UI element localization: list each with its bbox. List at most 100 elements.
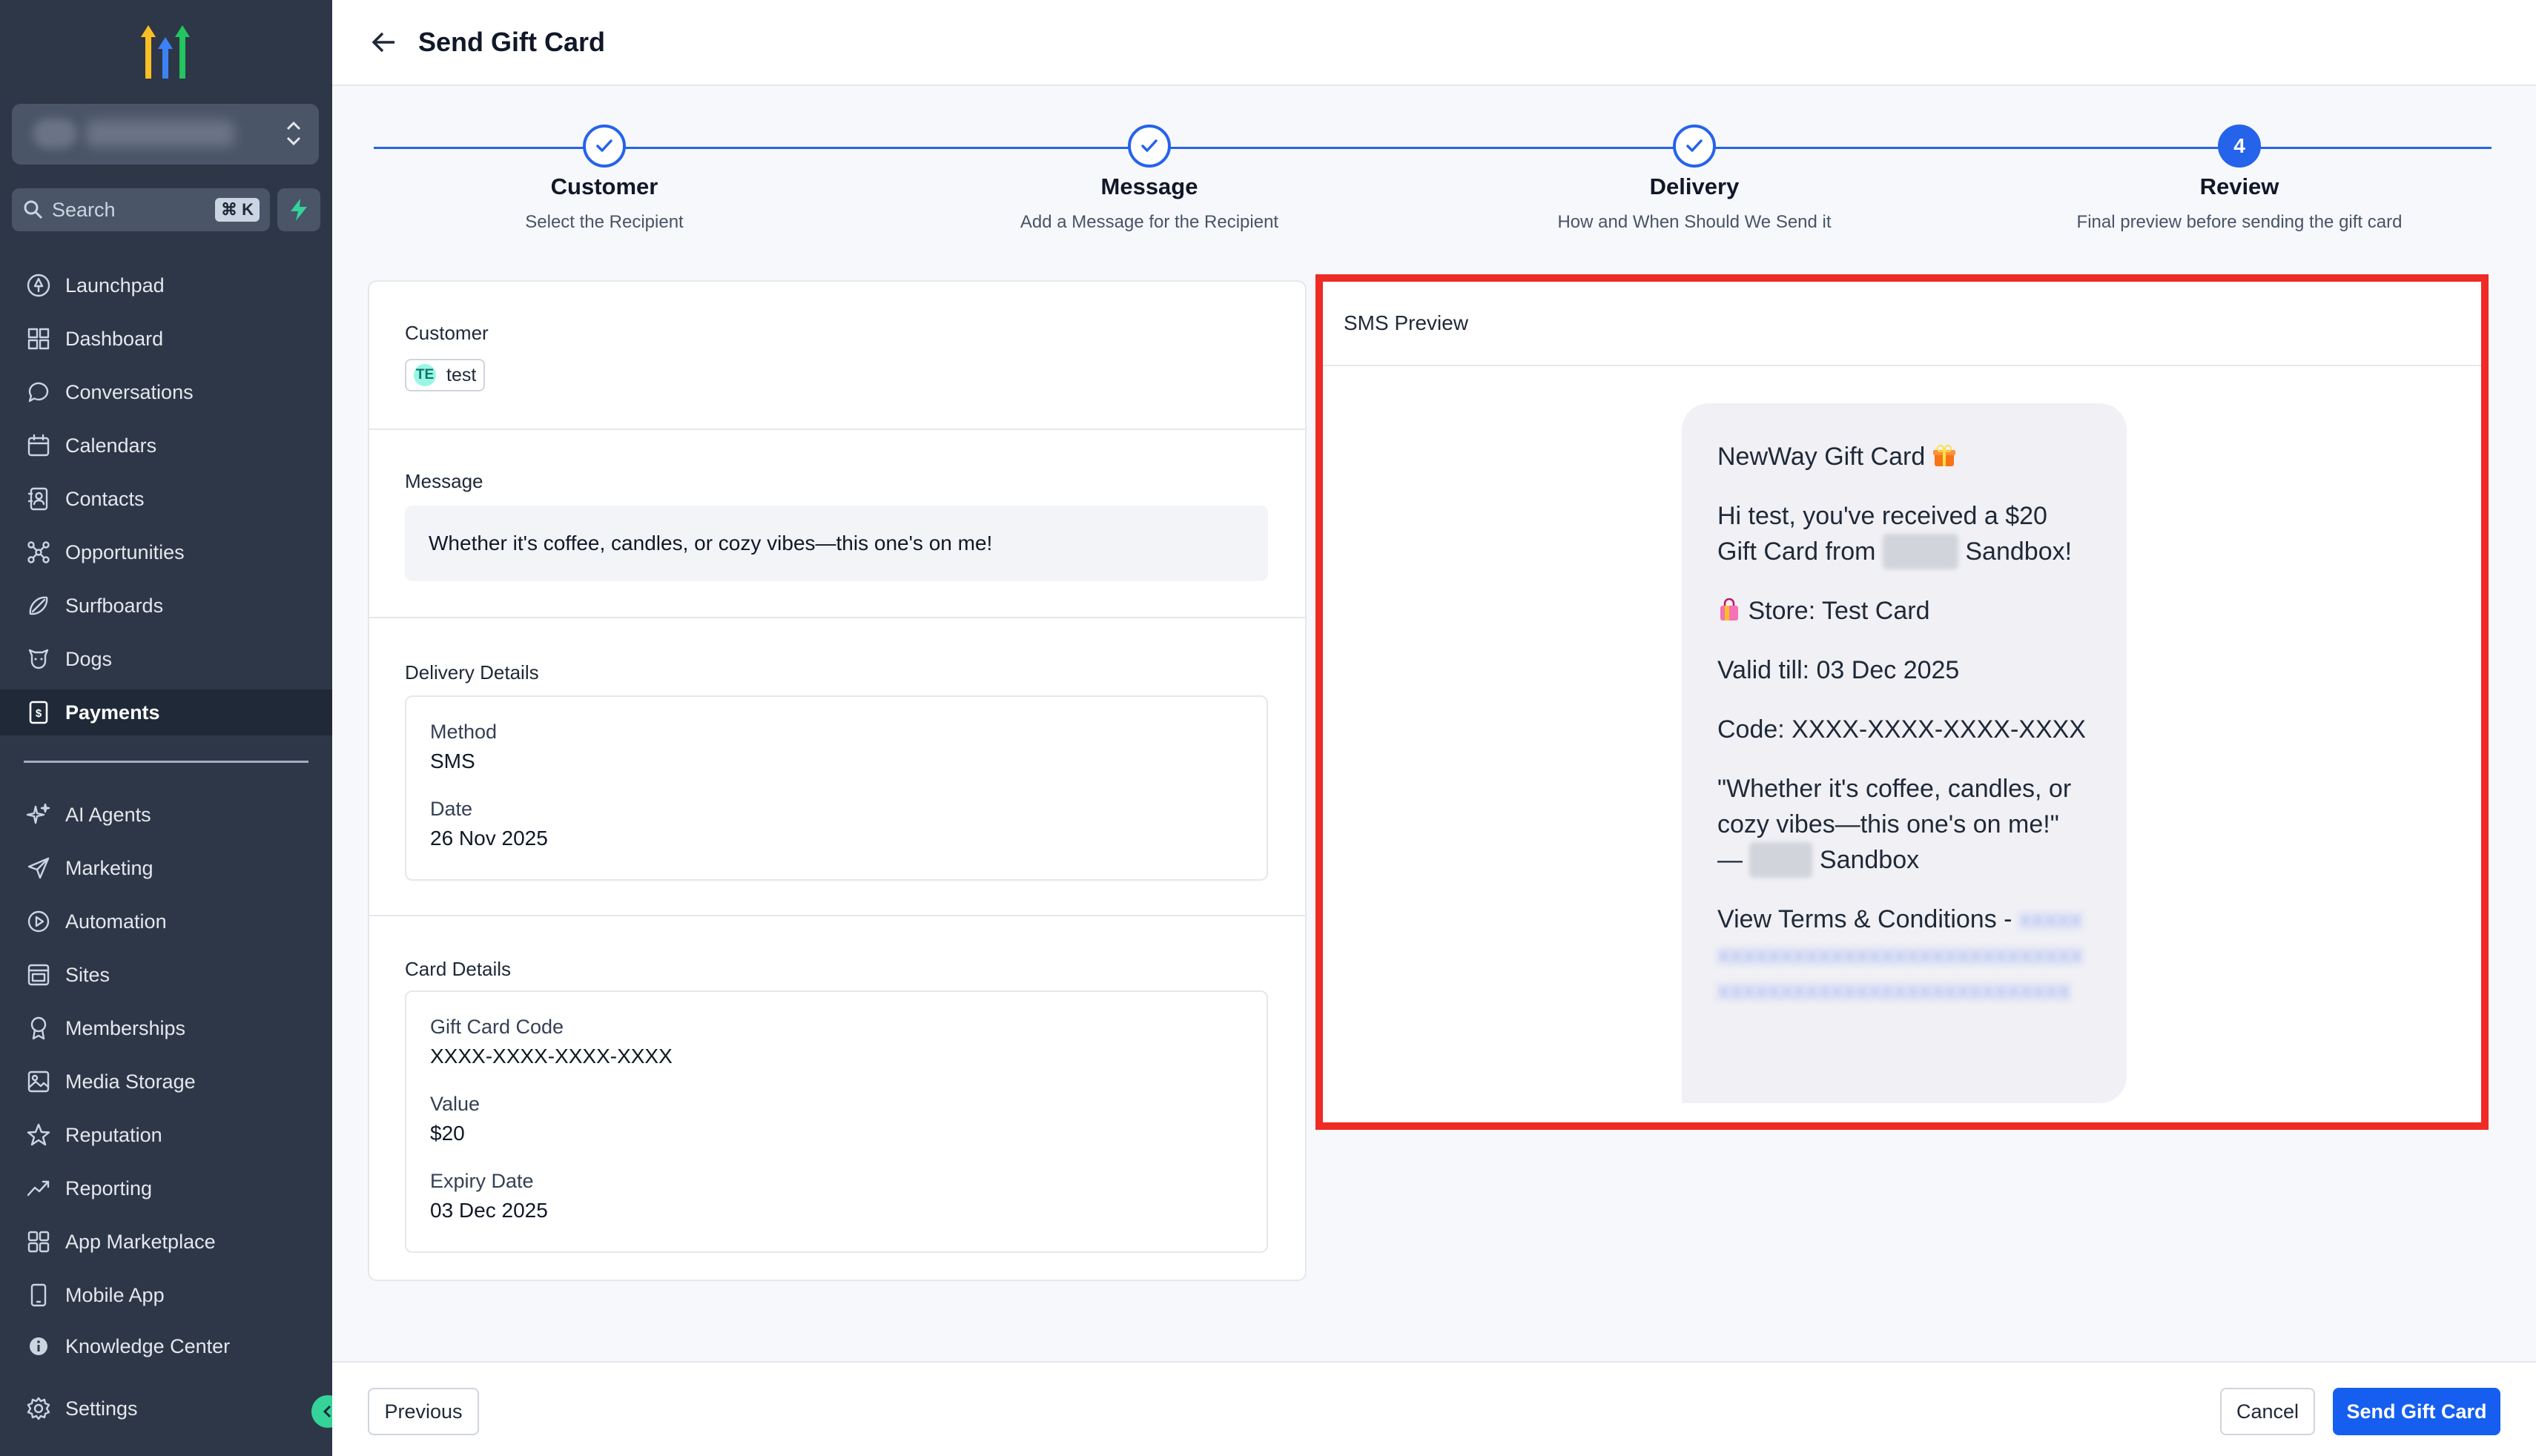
redacted-business-name: xxxxx: [1749, 842, 1813, 878]
sidebar-item-contacts[interactable]: Contacts: [0, 476, 332, 522]
star-icon: [24, 1120, 53, 1150]
back-arrow-icon[interactable]: [368, 26, 400, 59]
gear-icon: [24, 1394, 53, 1423]
sidebar-item-automation[interactable]: Automation: [0, 899, 332, 944]
customer-section: Customer TE test: [369, 282, 1305, 430]
sidebar-item-marketing[interactable]: Marketing: [0, 845, 332, 891]
sidebar-item-conversations[interactable]: Conversations: [0, 369, 332, 415]
previous-button[interactable]: Previous: [368, 1388, 479, 1435]
sidebar-item-label: AI Agents: [65, 803, 151, 826]
step-subtitle: How and When Should We Send it: [1557, 212, 1832, 232]
sms-quote: "Whether it's coffee, candles, or cozy v…: [1717, 771, 2091, 878]
sidebar-item-opportunities[interactable]: Opportunities: [0, 529, 332, 575]
sidebar-item-dashboard[interactable]: Dashboard: [0, 316, 332, 362]
trend-icon: [24, 1174, 53, 1203]
sidebar-item-mobile-app[interactable]: Mobile App: [0, 1272, 332, 1318]
contacts-icon: [24, 484, 53, 514]
customer-avatar: TE: [414, 364, 436, 386]
award-icon: [24, 1013, 53, 1043]
customer-label: Customer: [405, 322, 489, 344]
sidebar-item-knowledge-center[interactable]: Knowledge Center: [0, 1323, 332, 1369]
sidebar-item-reputation[interactable]: Reputation: [0, 1112, 332, 1158]
code-value: XXXX-XXXX-XXXX-XXXX: [430, 1045, 673, 1068]
sidebar-item-settings[interactable]: Settings: [0, 1386, 332, 1432]
step-title: Message: [1100, 173, 1198, 199]
sidebar-item-label: Payments: [65, 701, 160, 724]
sidebar-item-label: Reporting: [65, 1177, 153, 1199]
delivery-section: Delivery Details Method SMS Date 26 Nov …: [369, 618, 1305, 916]
step-subtitle: Select the Recipient: [525, 212, 684, 232]
step-review: 4 Review Final preview before sending the …: [1980, 125, 2499, 233]
info-icon: [24, 1331, 53, 1361]
sidebar-item-ai-agents[interactable]: AI Agents: [0, 792, 332, 838]
sms-terms-line: View Terms & Conditions - xxxxxxxxxxxxxx…: [1717, 905, 2083, 1005]
payments-icon: $: [24, 698, 53, 727]
expiry-label: Expiry Date: [430, 1170, 534, 1192]
quick-action-button[interactable]: [277, 188, 320, 231]
sms-store-line: Store: Test Card: [1717, 593, 2091, 629]
sidebar-item-surfboards[interactable]: Surfboards: [0, 583, 332, 629]
chat-icon: [24, 377, 53, 407]
sms-message-bubble: NewWay Gift Card Hi test, you've receive…: [1682, 403, 2127, 1103]
code-label: Gift Card Code: [430, 1016, 564, 1038]
sidebar-item-launchpad[interactable]: Launchpad: [0, 262, 332, 308]
card-details-label: Card Details: [405, 958, 512, 980]
date-label: Date: [430, 798, 473, 820]
cancel-button[interactable]: Cancel: [2220, 1388, 2315, 1435]
sidebar-item-calendars[interactable]: Calendars: [0, 423, 332, 469]
calendar-icon: [24, 431, 53, 460]
phone-icon: [24, 1280, 53, 1310]
message-text: Whether it's coffee, candles, or cozy vi…: [405, 506, 1268, 581]
sidebar-item-memberships[interactable]: Memberships: [0, 1005, 332, 1051]
sidebar-item-label: Automation: [65, 910, 167, 933]
value-amount: $20: [430, 1122, 465, 1145]
sms-greeting: Hi test, you've received a $20 Gift Card…: [1717, 498, 2091, 569]
sites-icon: [24, 960, 53, 990]
surfboard-icon: [24, 591, 53, 621]
automation-icon: [24, 907, 53, 936]
check-icon: [1128, 125, 1171, 168]
sms-preview-panel: SMS Preview NewWay Gift Card Hi test, yo…: [1315, 274, 2489, 1130]
sidebar-item-label: Conversations: [65, 380, 194, 403]
search-placeholder: Search: [52, 198, 116, 221]
sms-brand-line: NewWay Gift Card: [1717, 439, 2091, 474]
sidebar-item-label: Mobile App: [65, 1283, 165, 1306]
apps-icon: [24, 1227, 53, 1257]
dog-icon: [24, 644, 53, 674]
sidebar-item-sites[interactable]: Sites: [0, 952, 332, 998]
search-input[interactable]: Search ⌘ K: [12, 188, 270, 231]
sidebar-item-label: Dashboard: [65, 327, 164, 350]
sidebar-item-app-marketplace[interactable]: App Marketplace: [0, 1219, 332, 1265]
method-label: Method: [430, 721, 498, 743]
sidebar-item-reporting[interactable]: Reporting: [0, 1165, 332, 1211]
step-customer: Customer Select the Recipient: [345, 125, 864, 233]
page-header: Send Gift Card: [332, 0, 2536, 86]
sidebar-item-label: Memberships: [65, 1016, 186, 1039]
delivery-label: Delivery Details: [405, 661, 539, 684]
sidebar-item-label: Contacts: [65, 487, 145, 510]
account-switcher[interactable]: [12, 104, 319, 165]
sidebar: Search ⌘ K Launchpad Dashboard Conversatio…: [0, 0, 344, 1456]
send-icon: [24, 853, 53, 883]
sidebar-item-media-storage[interactable]: Media Storage: [0, 1059, 332, 1105]
step-number: 4: [2218, 125, 2261, 168]
review-summary-card: Customer TE test Message Whether it's co…: [368, 280, 1307, 1281]
redacted-business-name: xxxxxx: [1882, 534, 1958, 569]
sms-code-line: Code: XXXX-XXXX-XXXX-XXXX: [1717, 715, 2086, 744]
delivery-method: Method SMS: [430, 721, 497, 773]
sparkle-icon: [24, 800, 53, 830]
check-icon: [583, 125, 626, 168]
sidebar-item-label: Settings: [65, 1397, 138, 1420]
sidebar-item-payments[interactable]: $ Payments: [0, 689, 332, 735]
svg-text:$: $: [36, 707, 42, 720]
app-logo[interactable]: [132, 24, 199, 80]
expiry-value: 03 Dec 2025: [430, 1199, 548, 1222]
send-gift-card-button[interactable]: Send Gift Card: [2333, 1388, 2500, 1435]
message-label: Message: [405, 470, 483, 492]
sidebar-item-dogs[interactable]: Dogs: [0, 636, 332, 682]
search-shortcut: ⌘ K: [215, 198, 260, 222]
step-title: Review: [2199, 173, 2279, 199]
step-title: Delivery: [1649, 173, 1740, 199]
sidebar-item-label: App Marketplace: [65, 1230, 216, 1253]
gift-card-value: Value $20: [430, 1093, 480, 1145]
